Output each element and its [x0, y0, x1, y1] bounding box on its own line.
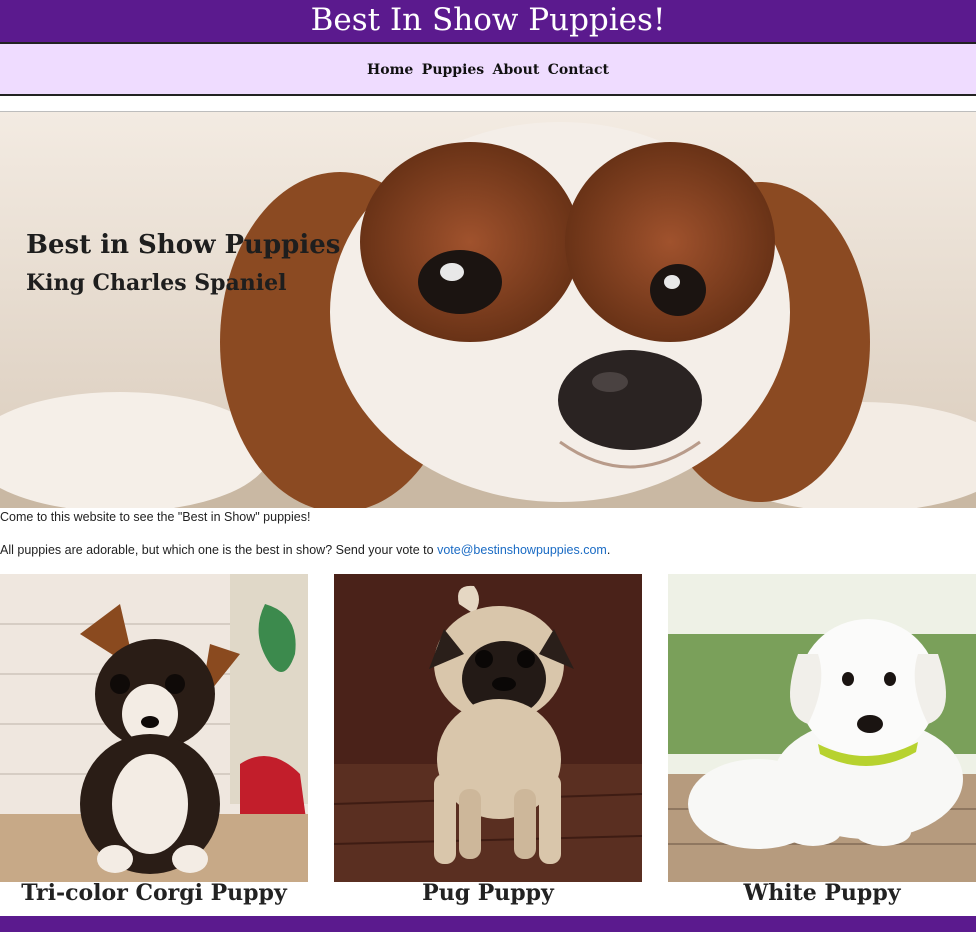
site-title: Best In Show Puppies! [310, 2, 666, 38]
nav-about-link[interactable]: About [493, 44, 540, 96]
nav-home-link[interactable]: Home [367, 44, 413, 96]
hero-subtitle: King Charles Spaniel [26, 270, 287, 296]
site-header: Best In Show Puppies! [0, 0, 976, 42]
white-puppy-caption: White Puppy [743, 880, 901, 906]
gallery-card-white-puppy [668, 574, 976, 882]
vote-suffix: . [606, 543, 611, 557]
gallery-card-pug [334, 574, 642, 882]
corgi-caption: Tri-color Corgi Puppy [21, 880, 287, 906]
vote-paragraph: All puppies are adorable, but which one … [0, 543, 610, 557]
vote-email-link[interactable]: vote@bestinshowpuppies.com [437, 543, 607, 557]
nav-contact-link[interactable]: Contact [548, 44, 609, 96]
main-nav: Home Puppies About Contact [0, 42, 976, 96]
vote-text: All puppies are adorable, but which one … [0, 543, 438, 557]
intro-text: Come to this website to see the "Best in… [0, 510, 311, 524]
pug-puppy-image[interactable] [334, 574, 642, 882]
gallery-card-corgi [0, 574, 308, 882]
spaniel-hero-image [0, 112, 976, 508]
hero-title: Best in Show Puppies [26, 230, 341, 260]
corgi-puppy-image[interactable] [0, 574, 308, 882]
pug-caption: Pug Puppy [422, 880, 554, 906]
footer-bar [0, 916, 976, 932]
nav-puppies-link[interactable]: Puppies [422, 44, 484, 96]
white-puppy-image[interactable] [668, 574, 976, 882]
hero-banner: Best in Show Puppies King Charles Spanie… [0, 112, 976, 508]
